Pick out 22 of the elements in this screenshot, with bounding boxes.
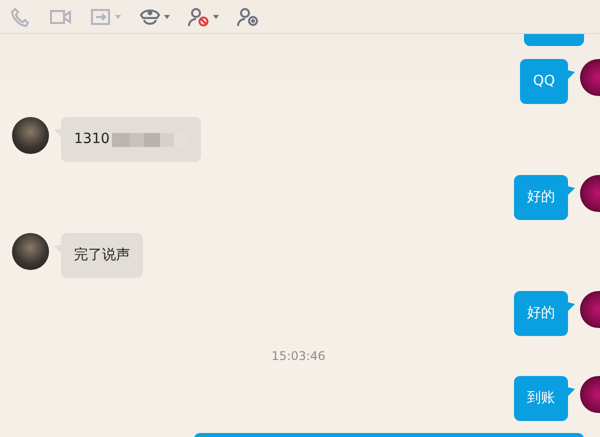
phone-icon	[10, 6, 32, 26]
caret-icon	[213, 14, 219, 18]
caret-icon	[115, 14, 121, 18]
message-bubble: 完了说声	[61, 233, 143, 278]
police-cap-icon	[139, 6, 161, 26]
message-bubble: 到账	[514, 376, 568, 421]
message-bubble: 1310	[61, 117, 201, 162]
message-bubble: QQ	[520, 59, 568, 104]
bubble-tail	[567, 70, 575, 80]
message-bubble: 好的	[514, 291, 568, 336]
message-bubble	[524, 34, 584, 46]
bubble-tail	[567, 186, 575, 196]
avatar[interactable]	[12, 233, 49, 270]
blocked-user-icon	[188, 6, 210, 26]
avatar[interactable]	[12, 117, 49, 154]
add-user-icon	[237, 6, 259, 26]
bubble-tail	[567, 387, 575, 397]
screen-share-icon	[90, 6, 112, 26]
message-time: 15:03:46	[272, 349, 326, 363]
bubble-tail	[567, 302, 575, 312]
message-bubble: 好的	[514, 175, 568, 220]
caret-icon	[164, 14, 170, 18]
